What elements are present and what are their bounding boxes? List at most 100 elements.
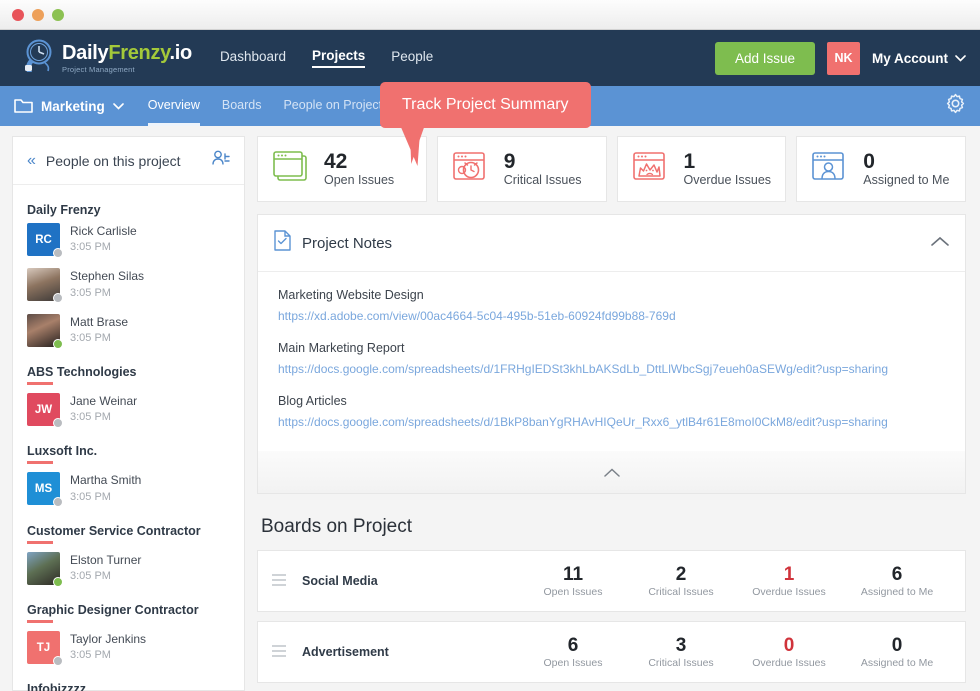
project-selector[interactable]: Marketing (14, 98, 124, 114)
group-underline (27, 461, 53, 465)
add-person-icon[interactable] (212, 150, 230, 171)
project-notes-body: Marketing Website Design https://xd.adob… (258, 272, 965, 451)
board-name: Social Media (302, 574, 378, 588)
chevron-up-icon (603, 467, 620, 477)
stat-card-critical-issues[interactable]: 9 Critical Issues (436, 136, 607, 202)
table-row[interactable]: Advertisement 6 Open Issues 3 Critical I… (257, 621, 966, 683)
board-stat-value: 3 (675, 635, 687, 657)
brand-name-part2: Frenzy (108, 41, 170, 64)
project-notes-title: Project Notes (302, 234, 393, 252)
collapse-sidebar-icon[interactable]: « (27, 152, 36, 169)
tab-boards[interactable]: Boards (222, 86, 262, 126)
nav-link-people[interactable]: People (391, 49, 433, 67)
nav-link-dashboard[interactable]: Dashboard (220, 49, 286, 67)
list-item[interactable]: MS Martha Smith 3:05 PM (27, 466, 244, 511)
stat-value: 9 (503, 149, 516, 173)
close-window-button[interactable] (12, 8, 24, 21)
people-group: Luxsoft Inc. MS Martha Smith 3:05 PM (27, 444, 244, 511)
stat-card-overdue-issues[interactable]: 1 Overdue Issues (616, 136, 787, 202)
group-underline (27, 540, 53, 544)
group-underline (27, 619, 53, 623)
my-account-label: My Account (871, 50, 948, 66)
stat-card-assigned-to-me[interactable]: 0 Assigned to Me (796, 136, 966, 202)
avatar (27, 551, 63, 587)
chevron-down-icon (955, 54, 966, 62)
people-group-title: Customer Service Contractor (27, 523, 201, 538)
board-stat-value: 2 (675, 564, 687, 586)
people-sidebar-title: People on this project (45, 152, 181, 169)
list-item[interactable]: RC Rick Carlisle 3:05 PM (27, 217, 244, 262)
tooltip-callout: Track Project Summary (380, 82, 591, 166)
my-account-menu[interactable]: My Account (872, 51, 966, 66)
list-item[interactable]: Elston Turner 3:05 PM (27, 546, 244, 591)
project-name-label: Marketing (41, 98, 105, 114)
notes-expand-toggle[interactable] (258, 451, 965, 493)
person-time: 3:05 PM (70, 241, 111, 254)
avatar-initials: MS (34, 482, 53, 495)
avatar-initials: TJ (36, 641, 51, 654)
stat-card-open-issues[interactable]: 42 Open Issues (257, 136, 427, 202)
board-stat-critical: 2 Critical Issues (627, 564, 735, 598)
note-title: Marketing Website Design (278, 288, 424, 302)
top-nav-right-cluster: Add Issue NK My Account (714, 41, 966, 75)
collapse-notes-icon[interactable] (931, 234, 949, 252)
status-badge (53, 497, 63, 508)
person-time: 3:05 PM (70, 286, 111, 299)
table-row[interactable]: Social Media 11 Open Issues 2 Critical I… (257, 550, 966, 612)
tab-overview[interactable]: Overview (147, 86, 200, 126)
notes-document-icon (274, 230, 291, 256)
avatar: JW (27, 393, 63, 429)
maximize-window-button[interactable] (52, 8, 64, 21)
board-stat-label: Overdue Issues (752, 585, 826, 598)
minimize-window-button[interactable] (32, 8, 44, 21)
note-item: Blog Articles https://docs.google.com/sp… (278, 394, 945, 431)
tooltip-callout-text: Track Project Summary (402, 96, 569, 113)
people-group-title: Daily Frenzy (27, 203, 101, 217)
project-notes-header: Project Notes (258, 215, 965, 272)
people-group: ABS Technologies JW Jane Weinar 3:05 PM (27, 365, 244, 432)
people-group-title: Graphic Designer Contractor (27, 602, 199, 617)
main-content: 42 Open Issues 9 Critical Issues 1 Overd… (245, 126, 980, 691)
note-title: Blog Articles (278, 394, 347, 408)
board-stats: 6 Open Issues 3 Critical Issues 0 Overdu… (519, 635, 951, 669)
stat-value: 0 (863, 149, 875, 173)
tab-people-on-project[interactable]: People on Project (283, 86, 382, 126)
avatar-initials: JW (34, 403, 53, 416)
nav-link-projects[interactable]: Projects (311, 48, 366, 68)
list-item[interactable]: Matt Brase 3:05 PM (27, 308, 244, 353)
board-stat-value: 0 (891, 635, 903, 657)
window-alarm-icon (452, 150, 492, 188)
board-stat-open: 11 Open Issues (519, 564, 627, 598)
board-stat-value: 6 (891, 564, 903, 586)
primary-nav-links: Dashboard Projects People (220, 48, 433, 68)
board-stat-label: Overdue Issues (752, 656, 826, 669)
brand-name-part3: .io (169, 41, 193, 64)
settings-gear-icon[interactable] (945, 93, 966, 119)
note-link[interactable]: https://docs.google.com/spreadsheets/d/1… (278, 362, 888, 376)
board-stat-overdue: 1 Overdue Issues (735, 564, 843, 598)
clock-mascot-icon (18, 37, 60, 79)
add-issue-button[interactable]: Add Issue (714, 41, 815, 75)
people-sidebar: « People on this project Daily Frenzy RC… (0, 126, 245, 691)
avatar (27, 313, 63, 349)
drag-handle-icon[interactable] (272, 573, 286, 589)
board-stat-open: 6 Open Issues (519, 635, 627, 669)
user-avatar[interactable]: NK (826, 41, 860, 75)
note-link[interactable]: https://docs.google.com/spreadsheets/d/1… (278, 415, 888, 429)
status-badge (53, 293, 63, 304)
brand-logo[interactable]: DailyFrenzy.io Project Management (18, 37, 192, 79)
list-item[interactable]: TJ Taylor Jenkins 3:05 PM (27, 625, 244, 670)
person-name: Matt Brase (70, 314, 129, 329)
status-badge (53, 338, 63, 349)
list-item[interactable]: JW Jane Weinar 3:05 PM (27, 387, 244, 432)
status-badge (53, 418, 63, 429)
person-time: 3:05 PM (70, 490, 111, 503)
stat-value: 1 (683, 149, 696, 173)
drag-handle-icon[interactable] (272, 644, 286, 660)
people-group: Customer Service Contractor Elston Turne… (27, 524, 244, 591)
people-sidebar-card: « People on this project Daily Frenzy RC… (12, 136, 245, 691)
note-link[interactable]: https://xd.adobe.com/view/00ac4664-5c04-… (278, 309, 676, 323)
people-sidebar-header: « People on this project (13, 137, 244, 185)
person-time: 3:05 PM (70, 411, 111, 424)
list-item[interactable]: Stephen Silas 3:05 PM (27, 262, 244, 307)
